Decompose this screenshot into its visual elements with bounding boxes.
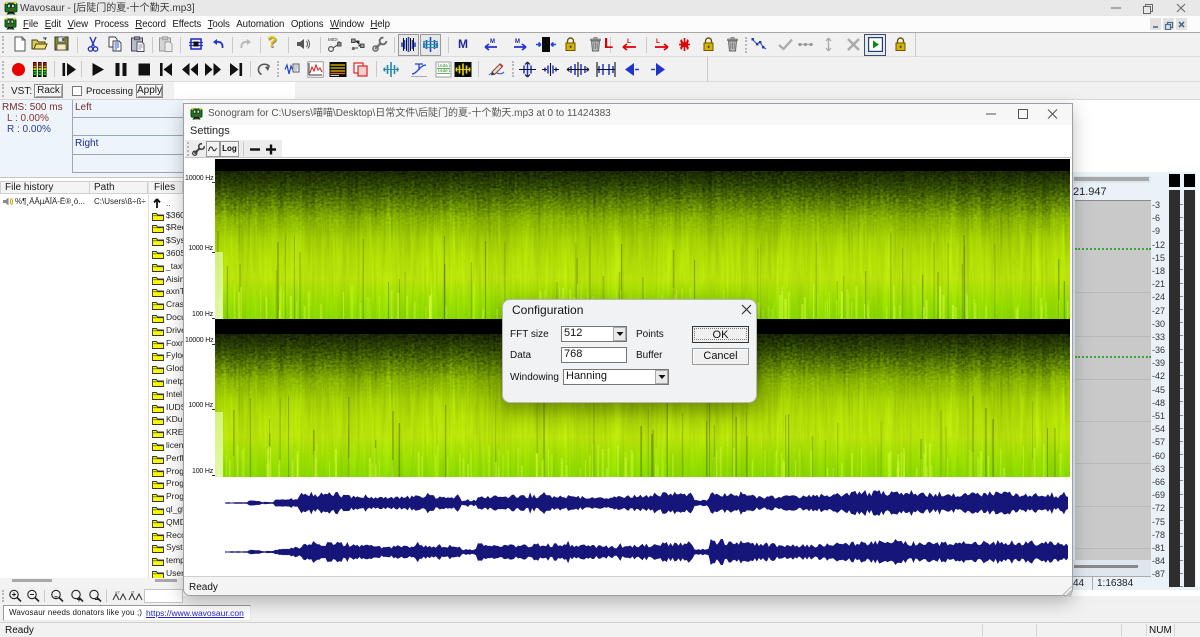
- svg-text:×2: ×2: [115, 590, 120, 595]
- svg-text:/2: /2: [131, 590, 135, 595]
- svg-text:M: M: [515, 39, 520, 45]
- svg-text:L: L: [627, 38, 631, 45]
- svg-text:M: M: [490, 39, 495, 45]
- svg-text:L: L: [656, 38, 660, 45]
- svg-text:MIDI: MIDI: [328, 37, 338, 42]
